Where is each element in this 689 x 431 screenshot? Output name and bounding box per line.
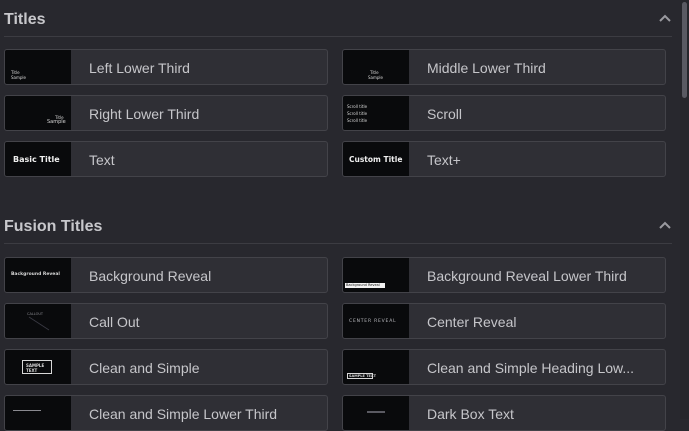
item-label: Text [89, 152, 115, 168]
item-label: Background Reveal [89, 268, 212, 284]
thumbnail: Scroll title Scroll title Scroll title [343, 96, 409, 130]
fusion-item-background-reveal[interactable]: Background Reveal Background Reveal [4, 257, 328, 293]
thumb-text: Custom Title [349, 155, 403, 164]
thumbnail [343, 396, 409, 430]
fusion-titles-section-header[interactable]: Fusion Titles [4, 213, 672, 244]
title-item-right-lower-third[interactable]: Title Sample Right Lower Third [4, 95, 328, 131]
chevron-up-icon[interactable] [658, 218, 672, 232]
thumb-text: Scroll title [347, 118, 368, 123]
thumb-text: Scroll title [347, 104, 368, 109]
title-item-text[interactable]: Basic Title Text [4, 141, 328, 177]
scrollbar-thumb[interactable] [682, 2, 687, 98]
item-label: Background Reveal Lower Third [427, 268, 627, 284]
thumb-bar [13, 410, 41, 411]
thumbnail: CALLOUT [5, 304, 71, 338]
thumb-text: Scroll title [347, 111, 368, 116]
thumbnail: Title Sample [5, 50, 71, 84]
thumbnail: Background Reveal [343, 258, 409, 292]
section-title: Fusion Titles [4, 218, 103, 235]
section-title: Titles [4, 11, 46, 28]
item-label: Dark Box Text [427, 406, 514, 422]
fusion-item-call-out[interactable]: CALLOUT Call Out [4, 303, 328, 339]
fusion-item-background-reveal-lower-third[interactable]: Background Reveal Background Reveal Lowe… [342, 257, 666, 293]
item-label: Middle Lower Third [427, 60, 546, 76]
thumb-text: Basic Title [13, 155, 60, 164]
item-label: Clean and Simple Heading Low... [427, 360, 635, 376]
item-label: Scroll [427, 106, 463, 122]
fusion-item-clean-and-simple-lower-third[interactable]: Clean and Simple Lower Third [4, 395, 328, 431]
item-label: Clean and Simple [89, 360, 200, 376]
thumb-text: Background Reveal [11, 272, 60, 277]
thumb-text: Sample [11, 75, 26, 80]
thumbnail: Custom Title [343, 142, 409, 176]
item-label: Text+ [427, 152, 461, 168]
title-item-text-plus[interactable]: Custom Title Text+ [342, 141, 666, 177]
item-label: Call Out [89, 314, 140, 330]
thumb-bar [367, 411, 385, 413]
fusion-item-clean-and-simple[interactable]: SAMPLE TEXT Clean and Simple [4, 349, 328, 385]
item-label: Left Lower Third [89, 60, 190, 76]
vertical-scrollbar[interactable] [680, 0, 689, 419]
title-item-middle-lower-third[interactable]: Title Sample Middle Lower Third [342, 49, 666, 85]
fusion-item-clean-and-simple-heading-lower-third[interactable]: SAMPLE TEXT Clean and Simple Heading Low… [342, 349, 666, 385]
thumbnail: Title Sample [343, 50, 409, 84]
titles-section-header[interactable]: Titles [4, 6, 672, 37]
thumbnail: Title Sample [5, 96, 71, 130]
thumb-text: Background Reveal [346, 283, 380, 287]
title-item-left-lower-third[interactable]: Title Sample Left Lower Third [4, 49, 328, 85]
thumbnail: Background Reveal [5, 258, 71, 292]
thumbnail: SAMPLE TEXT [343, 350, 409, 384]
thumb-text: CENTER REVEAL [349, 319, 397, 324]
thumb-text: SAMPLE TEXT [349, 374, 376, 378]
fusion-item-center-reveal[interactable]: CENTER REVEAL Center Reveal [342, 303, 666, 339]
fusion-item-dark-box-text[interactable]: Dark Box Text [342, 395, 666, 431]
title-item-scroll[interactable]: Scroll title Scroll title Scroll title S… [342, 95, 666, 131]
callout-line-icon [28, 316, 50, 331]
effects-library-panel: Titles Title Sample Left Lower Third Tit… [0, 0, 680, 431]
thumbnail: SAMPLE TEXT [5, 350, 71, 384]
chevron-up-icon[interactable] [658, 11, 672, 25]
item-label: Clean and Simple Lower Third [89, 406, 278, 422]
thumb-text: Sample [368, 75, 383, 80]
thumbnail [5, 396, 71, 430]
thumbnail: CENTER REVEAL [343, 304, 409, 338]
item-label: Right Lower Third [89, 106, 200, 122]
thumb-text: Sample [47, 119, 66, 125]
thumbnail: Basic Title [5, 142, 71, 176]
thumb-text: TEXT [26, 368, 38, 373]
item-label: Center Reveal [427, 314, 517, 330]
